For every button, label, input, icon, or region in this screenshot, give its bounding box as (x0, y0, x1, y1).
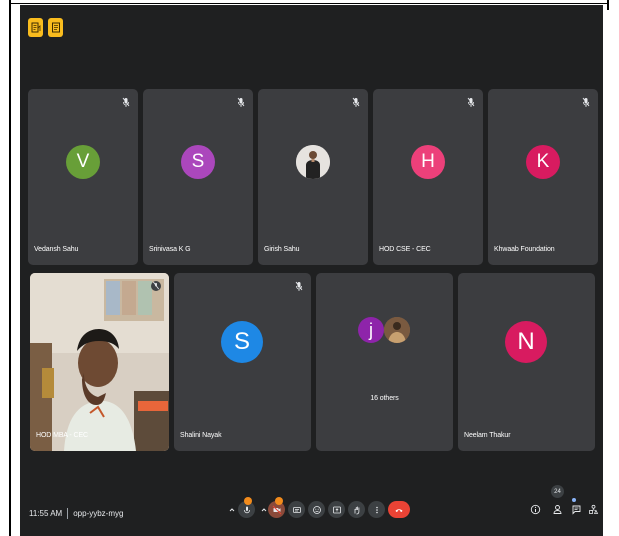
meeting-details: 11:55 AM opp-yybz-myg (29, 508, 123, 519)
raise-hand-icon[interactable] (348, 501, 365, 518)
document-icon[interactable] (28, 18, 43, 37)
activities-icon[interactable] (586, 502, 600, 516)
info-icon[interactable] (528, 502, 542, 516)
mic-off-icon (582, 97, 590, 107)
participant-tile[interactable]: H HOD CSE - CEC (373, 89, 483, 265)
profile-photo (384, 317, 410, 343)
divider (67, 508, 69, 519)
avatar: H (411, 145, 445, 179)
mic-chevron-icon[interactable] (225, 501, 238, 518)
participant-tile[interactable]: S Shalini Nayak (174, 273, 311, 451)
participant-name: HOD MBA - CEC (36, 432, 88, 439)
meeting-code[interactable]: opp-yybz-myg (73, 509, 123, 518)
participant-count-badge: 24 (551, 485, 564, 498)
participant-name: Shalini Nayak (180, 432, 222, 439)
participant-name: Vedansh Sahu (34, 246, 79, 253)
participant-tile[interactable]: S Srinivasa K G (143, 89, 253, 265)
mic-off-icon (352, 97, 360, 107)
mic-off-icon (295, 281, 303, 291)
people-icon[interactable] (550, 502, 564, 516)
participant-name: Neelam Thakur (464, 432, 511, 439)
more-options-icon[interactable] (368, 501, 385, 518)
present-icon[interactable] (328, 501, 345, 518)
avatar: S (221, 321, 263, 363)
participant-tile[interactable]: K Khwaab Foundation (488, 89, 598, 265)
avatar: j (358, 317, 384, 343)
others-tile[interactable]: j 16 others (316, 273, 453, 451)
video-notification-dot (275, 497, 283, 505)
mic-off-icon (467, 97, 475, 107)
mic-off-icon (237, 97, 245, 107)
chat-unread-dot (572, 498, 576, 502)
avatar: N (505, 321, 547, 363)
participant-name: Girish Sahu (264, 246, 300, 253)
profile-photo (296, 145, 330, 179)
emoji-icon[interactable] (308, 501, 325, 518)
mic-off-icon (122, 97, 130, 107)
audio-notification-dot (244, 497, 252, 505)
others-count-label: 16 others (370, 395, 399, 402)
mic-off-icon (151, 281, 161, 291)
camera-feed (30, 273, 169, 451)
chat-icon[interactable] (569, 502, 583, 516)
meeting-time: 11:55 AM (29, 509, 63, 518)
participant-tile[interactable]: Girish Sahu (258, 89, 368, 265)
avatar: V (66, 145, 100, 179)
avatar: K (526, 145, 560, 179)
meeting-window: V Vedansh Sahu S Srinivasa K G Girish Sa… (20, 5, 603, 536)
frame-border-right (607, 0, 609, 10)
notes-icon[interactable] (48, 18, 63, 37)
participant-name: HOD CSE - CEC (379, 246, 431, 253)
participant-video-tile[interactable]: HOD MBA - CEC (30, 273, 169, 451)
participant-name: Srinivasa K G (149, 246, 191, 253)
frame-border-left (9, 0, 11, 536)
participant-name: Khwaab Foundation (494, 246, 555, 253)
end-call-icon[interactable] (388, 501, 410, 518)
participant-tile[interactable]: V Vedansh Sahu (28, 89, 138, 265)
participant-tile[interactable]: N Neelam Thakur (458, 273, 595, 451)
frame-border-top (9, 3, 609, 4)
captions-icon[interactable] (288, 501, 305, 518)
avatar: S (181, 145, 215, 179)
